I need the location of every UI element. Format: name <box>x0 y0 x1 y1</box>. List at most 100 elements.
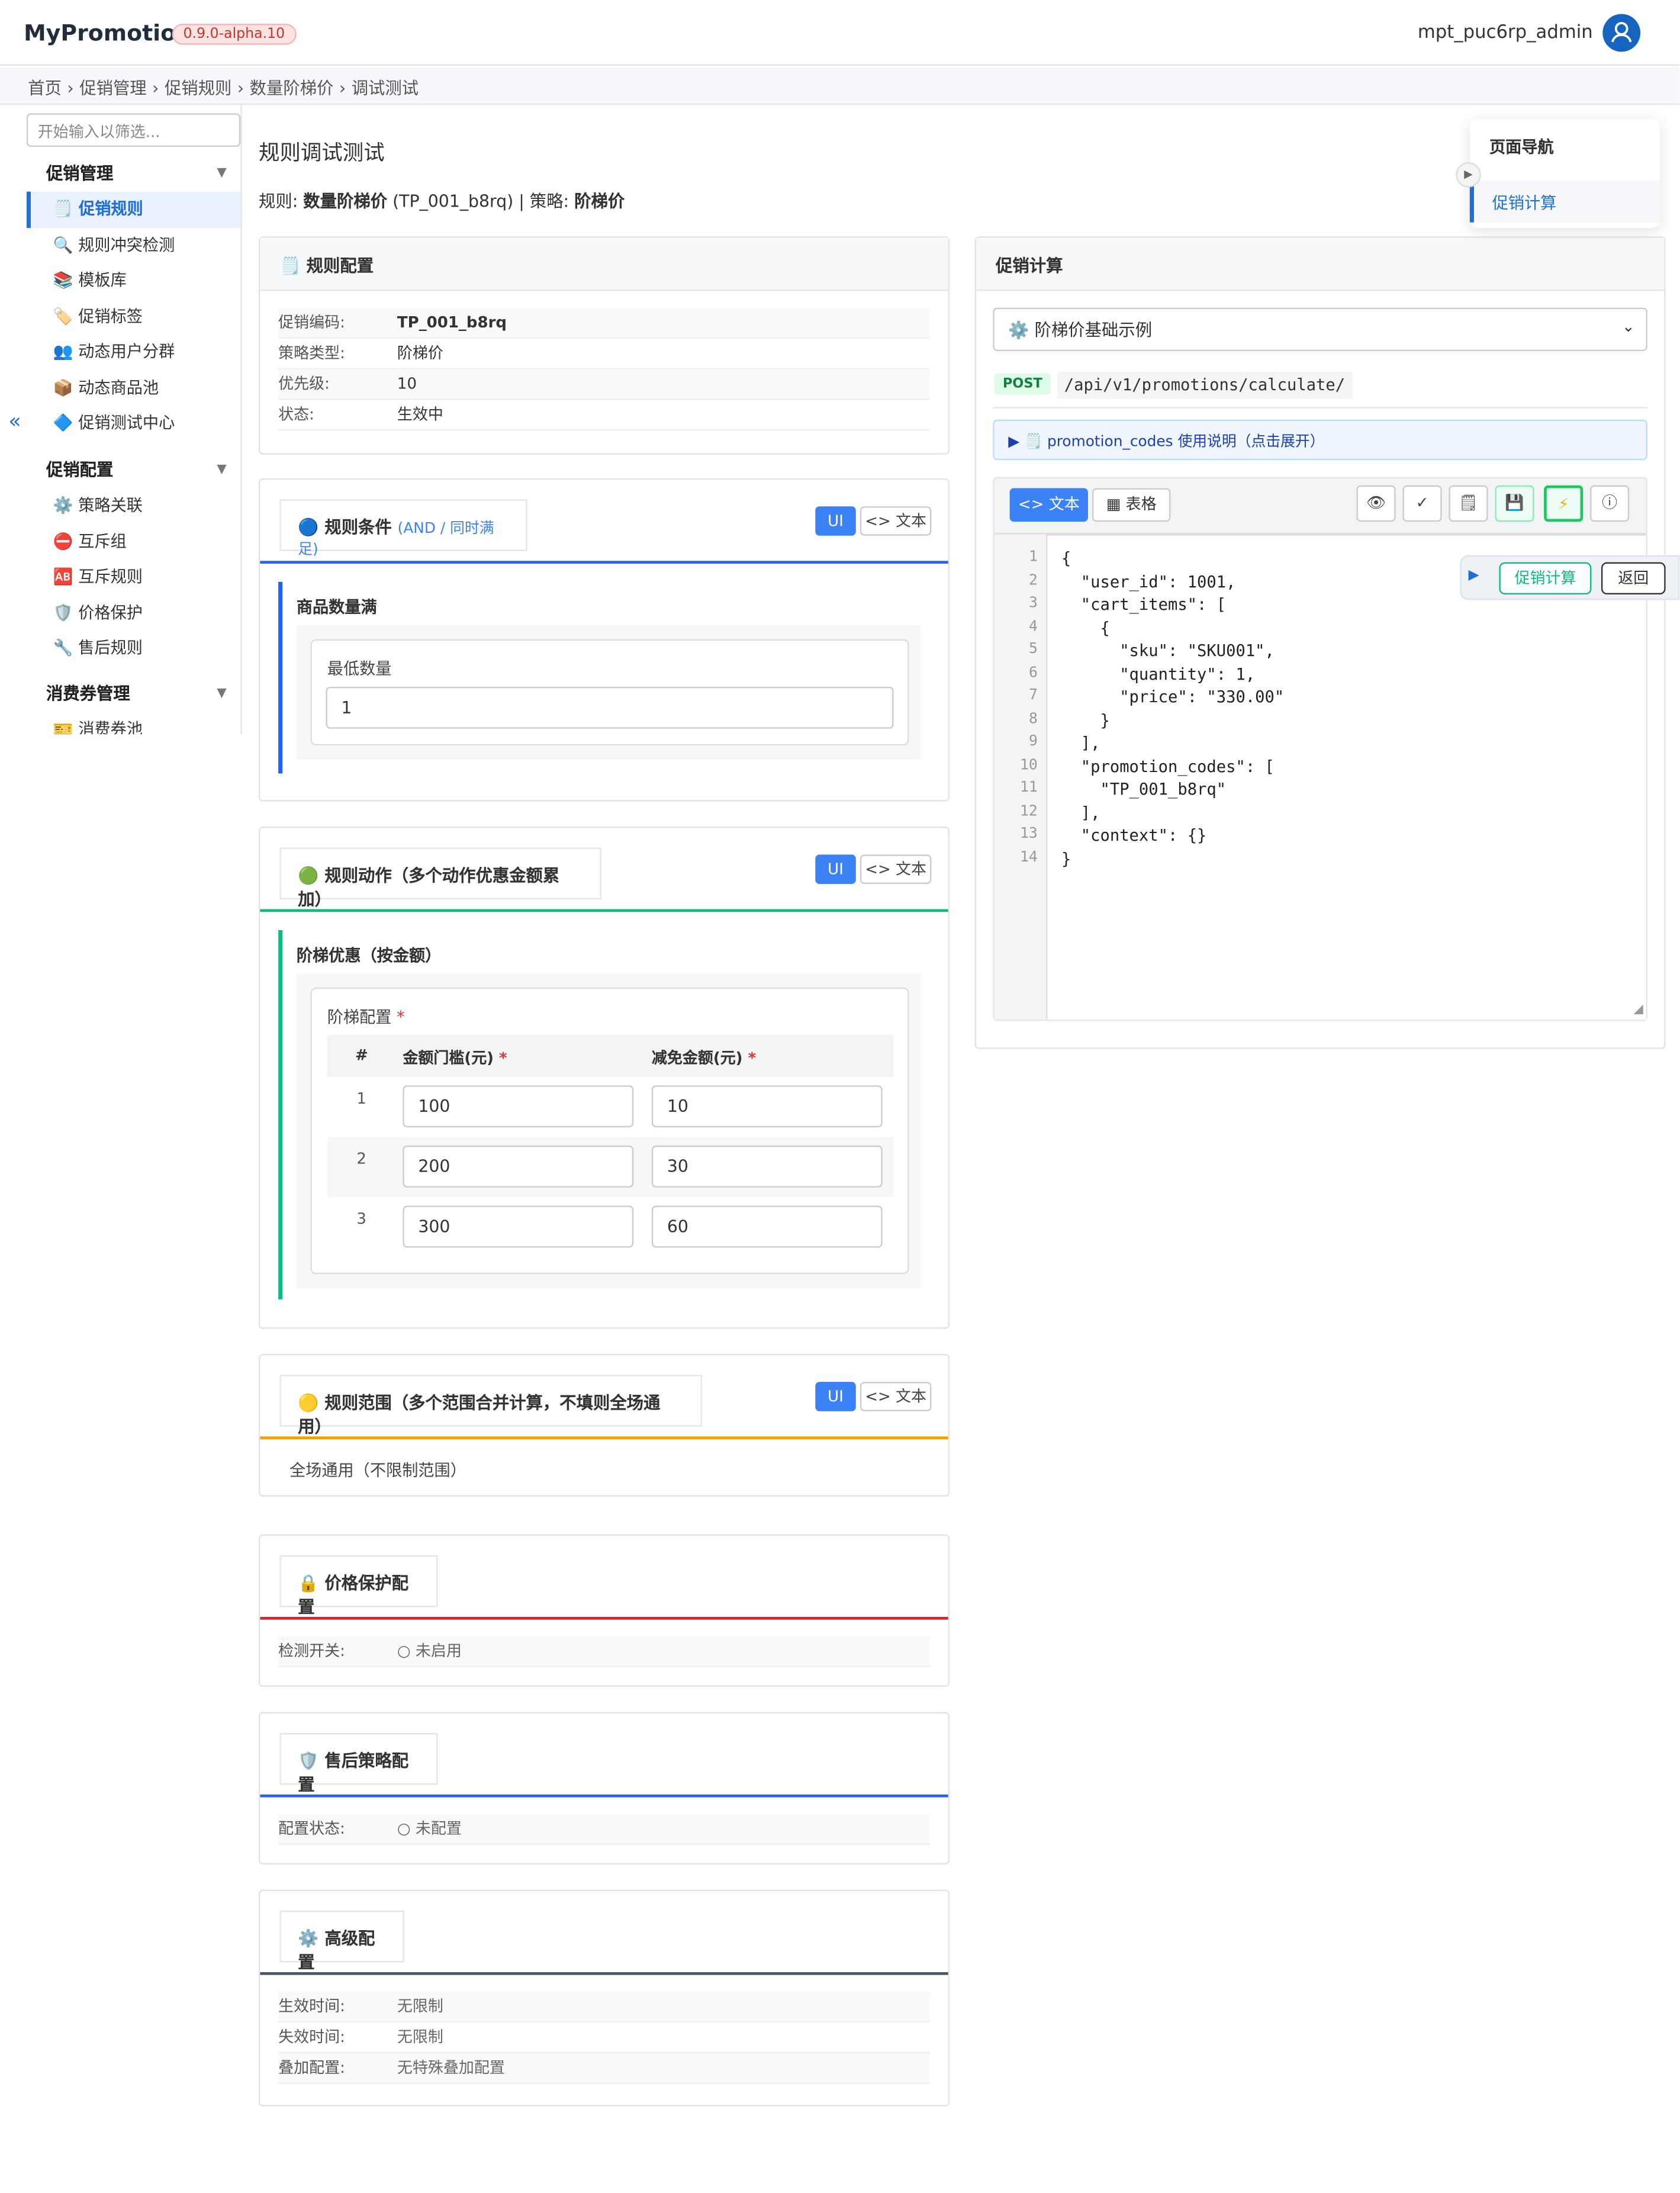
page-nav-toggle-icon[interactable]: ▶ <box>1456 162 1481 188</box>
document-icon: 🗒 <box>1459 493 1479 512</box>
sidebar-item-strategy-link[interactable]: ⚙️ 策略关联 <box>27 488 240 523</box>
after-sale-card: 🛡️ 售后策略配置 配置状态: ○ 未配置 <box>259 1712 950 1865</box>
sidebar-item-tags[interactable]: 🏷️ 促销标签 <box>27 298 240 334</box>
condition-title: 商品数量满 <box>296 597 377 617</box>
section-underline <box>260 561 948 564</box>
action-body: 阶梯配置 * # 金额门槛(元) * 减免金额(元) * 1 100 10 2 … <box>296 973 921 1288</box>
save-icon: 💾 <box>1505 493 1524 512</box>
collapse-sidebar-icon[interactable]: « <box>8 409 21 434</box>
breadcrumb-home[interactable]: 首页 <box>28 78 62 98</box>
sidebar-item-test-center[interactable]: 🔷 促销测试中心 <box>27 406 240 441</box>
check-icon: ✓ <box>1415 493 1429 512</box>
http-method-badge: POST <box>994 373 1051 395</box>
advanced-card: ⚙️ 高级配置 生效时间: 无限制 失效时间: 无限制 叠加配置: 无特殊叠加配置 <box>259 1889 950 2107</box>
back-button[interactable]: 返回 <box>1601 562 1666 595</box>
format-button[interactable]: 🗒 <box>1449 485 1488 522</box>
validate-button[interactable]: ✓ <box>1402 485 1442 522</box>
json-editor[interactable]: { "user_id": 1001, "cart_items": [ { "sk… <box>1046 534 1646 1020</box>
breadcrumb-sep: › <box>152 78 159 98</box>
kv-row: 检测开关: ○ 未启用 <box>278 1636 930 1667</box>
sidebar-filter-input[interactable]: 开始输入以筛选... <box>26 113 241 147</box>
line-gutter: 1 2 3 4 5 6 7 8 9 10 11 12 13 14 <box>994 534 1047 1020</box>
quick-run-button[interactable]: ⚡ <box>1544 485 1584 522</box>
play-icon[interactable]: ▶ <box>1469 568 1479 583</box>
conditions-card: 🔵 规则条件 (AND / 同时满足) UI <> 文本 商品数量满 最低数量 … <box>259 478 950 802</box>
card-header: 🗒️ 规则配置 <box>260 237 948 291</box>
preview-button[interactable]: 👁 <box>1356 485 1396 522</box>
threshold-input[interactable]: 300 <box>403 1205 634 1248</box>
example-select[interactable]: ⚙️ 阶梯价基础示例 ⌄ <box>993 307 1647 351</box>
calculate-button[interactable]: 促销计算 <box>1499 562 1592 595</box>
info-icon: ⓘ <box>1602 493 1618 512</box>
table-tab-button[interactable]: ▦ 表格 <box>1092 488 1171 522</box>
app-brand[interactable]: MyPromotion <box>24 20 192 46</box>
scope-value: 全场通用（不限制范围） <box>289 1460 466 1480</box>
breadcrumb-promo-rules[interactable]: 促销规则 <box>165 78 231 98</box>
text-mode-button[interactable]: <> 文本 <box>860 854 932 885</box>
section-header: 🔒 价格保护配置 <box>279 1555 438 1617</box>
sidebar-group-header[interactable]: 消费券管理 ▼ <box>27 677 240 712</box>
discount-input[interactable]: 10 <box>651 1085 883 1128</box>
avatar[interactable] <box>1602 14 1641 52</box>
section-underline <box>260 1972 948 1975</box>
table-row: 3 300 60 <box>327 1197 894 1258</box>
kv-key: 检测开关: <box>278 1642 345 1661</box>
breadcrumb-promo-mgmt[interactable]: 促销管理 <box>79 78 146 98</box>
required-mark: * <box>748 1049 757 1067</box>
section-header: 🟡 规则范围（多个范围合并计算，不填则全场通用） <box>279 1375 702 1436</box>
page-nav-panel: 页面导航 促销计算 <box>1469 118 1660 229</box>
breadcrumb-current: 调试测试 <box>351 78 419 98</box>
discount-input[interactable]: 30 <box>651 1145 883 1188</box>
username[interactable]: mpt_puc6rp_admin <box>1418 22 1593 43</box>
ui-mode-button[interactable]: UI <box>815 854 856 885</box>
sidebar-item-promo-rules[interactable]: 🗒️ 促销规则 <box>26 191 241 227</box>
save-button[interactable]: 💾 <box>1495 485 1534 522</box>
eye-icon: 👁 <box>1366 493 1386 512</box>
sidebar-item-coupon-pool[interactable]: 🎫 消费券池 <box>27 712 240 734</box>
rule-config-card: 🗒️ 规则配置 促销编码: TP_001_b8rq 策略类型: 阶梯价 优先级: 10… <box>259 236 950 455</box>
kv-value: 10 <box>397 375 417 393</box>
min-quantity-input[interactable]: 1 <box>326 686 894 729</box>
info-button[interactable]: ⓘ <box>1590 485 1630 522</box>
sidebar-item-conflict-check[interactable]: 🔍 规则冲突检测 <box>27 227 240 263</box>
sidebar-group-header[interactable]: 促销配置 ▼ <box>27 453 240 488</box>
threshold-input[interactable]: 100 <box>403 1085 634 1128</box>
actions-card: 🟢 规则动作（多个动作优惠金额累加） UI <> 文本 阶梯优惠（按金额） 阶梯… <box>259 827 950 1329</box>
resize-handle-icon[interactable]: ◢ <box>1633 1003 1643 1017</box>
kv-key: 失效时间: <box>278 2028 345 2047</box>
col-discount: 减免金额(元) * <box>652 1046 756 1069</box>
chevron-down-icon: ⌄ <box>1621 317 1635 336</box>
field-box: 最低数量 1 <box>310 639 909 746</box>
table-row: 2 200 30 <box>327 1137 894 1198</box>
sidebar-group-promo-config: 促销配置 ▼ ⚙️ 策略关联 ⛔ 互斥组 🆎 互斥规则 🛡️ 价格保护 🔧 售后规… <box>27 453 240 666</box>
sidebar-group-header[interactable]: 促销管理 ▼ <box>27 157 240 192</box>
threshold-input[interactable]: 200 <box>403 1145 634 1188</box>
breadcrumb-rule[interactable]: 数量阶梯价 <box>250 78 334 98</box>
caret-down-icon: ▼ <box>217 166 227 181</box>
sidebar-item-mutex-rules[interactable]: 🆎 互斥规则 <box>27 559 240 595</box>
ui-mode-button[interactable]: UI <box>815 1382 856 1411</box>
calc-card: 促销计算 ⚙️ 阶梯价基础示例 ⌄ POST /api/v1/promotions… <box>974 236 1666 1049</box>
sidebar-item-after-sale[interactable]: 🔧 售后规则 <box>27 631 240 666</box>
section-underline <box>260 1616 948 1620</box>
kv-value: 无限制 <box>397 1997 443 2016</box>
sidebar-item-mutex-group[interactable]: ⛔ 互斥组 <box>27 524 240 559</box>
group-label: 促销管理 <box>46 163 114 184</box>
condition-item: 商品数量满 最低数量 1 <box>278 581 932 774</box>
sidebar-item-templates[interactable]: 📚 模板库 <box>27 263 240 298</box>
ui-mode-button[interactable]: UI <box>815 506 856 536</box>
text-mode-button[interactable]: <> 文本 <box>860 1382 932 1411</box>
sidebar-item-price-protect[interactable]: 🛡️ 价格保护 <box>27 595 240 631</box>
text-tab-button[interactable]: <> 文本 <box>1009 488 1088 522</box>
page-nav-item-calc[interactable]: 促销计算 <box>1469 180 1660 223</box>
text-mode-button[interactable]: <> 文本 <box>860 506 932 536</box>
usage-hint-toggle[interactable]: ▶ 🗒️ promotion_codes 使用说明（点击展开） <box>993 419 1647 461</box>
discount-input[interactable]: 60 <box>651 1205 883 1248</box>
kv-value: TP_001_b8rq <box>397 313 507 332</box>
advanced-rows: 生效时间: 无限制 失效时间: 无限制 叠加配置: 无特殊叠加配置 <box>260 1992 948 2084</box>
sidebar-item-product-pool[interactable]: 📦 动态商品池 <box>27 370 240 406</box>
page-nav-title: 页面导航 <box>1489 137 1554 157</box>
json-code: { "user_id": 1001, "cart_items": [ { "sk… <box>1061 548 1285 868</box>
sidebar-item-user-segments[interactable]: 👥 动态用户分群 <box>27 335 240 370</box>
rule-code: (TP_001_b8rq) | 策略: <box>387 191 575 211</box>
